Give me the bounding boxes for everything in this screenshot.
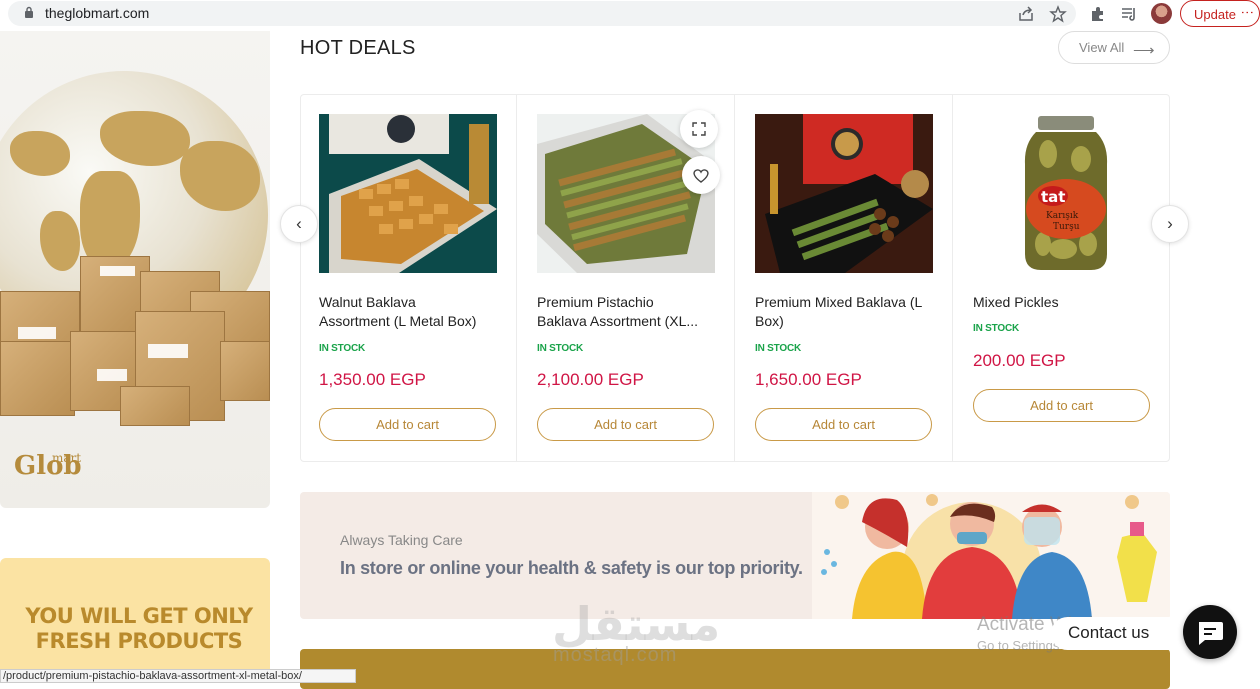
product-card[interactable]: Walnut Baklava Assortment (L Metal Box) … — [301, 94, 519, 462]
media-icon[interactable] — [1120, 5, 1138, 23]
stock-status: IN STOCK — [319, 343, 365, 354]
product-name-line: Walnut Baklava — [319, 294, 416, 310]
watermark-latin: mostaql.com — [553, 644, 678, 666]
svg-text:Karışık: Karışık — [1046, 211, 1079, 221]
product-card[interactable]: tat Karışık Turşu Mixed Pickles IN STOCK… — [955, 94, 1173, 462]
people-illustration — [812, 492, 1170, 619]
fresh-line-2: FRESH PRODUCTS — [35, 629, 243, 653]
fresh-banner-text: YOU WILL GET ONLY FRESH PRODUCTS — [0, 604, 270, 654]
product-price: 2,100.00 EGP — [537, 370, 644, 389]
product-name-line: Box) — [755, 313, 784, 329]
add-to-cart-button[interactable]: Add to cart — [755, 408, 932, 441]
browser-toolbar: theglobmart.com Update ⋮ — [0, 0, 1260, 28]
safety-banner[interactable]: Always Taking Care In store or online yo… — [300, 492, 1170, 619]
update-button[interactable]: Update ⋮ — [1180, 0, 1260, 27]
stock-status: IN STOCK — [537, 343, 583, 354]
chevron-left-icon: ‹ — [296, 214, 302, 233]
product-name-line: Mixed Pickles — [973, 294, 1059, 310]
product-name[interactable]: Premium Pistachio Baklava Assortment (XL… — [537, 293, 723, 331]
address-bar[interactable] — [8, 1, 1076, 26]
expand-icon — [692, 122, 706, 136]
add-to-cart-button[interactable]: Add to cart — [319, 408, 496, 441]
product-name-line: Premium Pistachio — [537, 294, 654, 310]
product-card[interactable]: Premium Pistachio Baklava Assortment (XL… — [519, 94, 737, 462]
update-label: Update — [1194, 7, 1236, 22]
extensions-icon[interactable] — [1089, 5, 1107, 23]
product-image[interactable] — [319, 114, 497, 273]
box-illustration — [0, 341, 75, 416]
quick-view-button[interactable] — [680, 110, 718, 148]
product-price: 1,650.00 EGP — [755, 370, 862, 389]
star-icon[interactable] — [1049, 5, 1067, 23]
product-name-line: Baklava Assortment (XL... — [537, 313, 699, 329]
box-illustration — [120, 386, 190, 426]
share-icon[interactable] — [1017, 5, 1035, 23]
chat-button[interactable] — [1183, 605, 1237, 659]
chat-icon — [1199, 622, 1223, 645]
chevron-right-icon: › — [1167, 214, 1173, 233]
fresh-line-1: YOU WILL GET ONLY — [25, 604, 253, 628]
box-illustration — [220, 341, 270, 401]
logo-small-text: mart — [52, 451, 82, 465]
carousel-prev-button[interactable]: ‹ — [280, 205, 318, 243]
product-name-line: Assortment (L Metal Box) — [319, 313, 477, 329]
contact-us-label[interactable]: Contact us — [1051, 617, 1191, 650]
product-price: 1,350.00 EGP — [319, 370, 426, 389]
product-image[interactable]: tat Karışık Turşu — [973, 114, 1151, 273]
product-name[interactable]: Mixed Pickles — [973, 293, 1159, 312]
url-text[interactable]: theglobmart.com — [45, 5, 149, 21]
watermark-arabic: مستقل — [552, 597, 721, 651]
svg-text:Turşu: Turşu — [1053, 222, 1080, 232]
carousel-next-button[interactable]: › — [1151, 205, 1189, 243]
product-name[interactable]: Walnut Baklava Assortment (L Metal Box) — [319, 293, 505, 331]
more-menu-icon[interactable]: ⋮ — [1240, 6, 1255, 19]
add-to-cart-button[interactable]: Add to cart — [537, 408, 714, 441]
left-promo-banner[interactable]: Glob mart — [0, 31, 270, 508]
view-all-button[interactable]: View All ⟶ — [1058, 31, 1170, 64]
product-card[interactable]: Premium Mixed Baklava (L Box) IN STOCK 1… — [737, 94, 955, 462]
globmart-logo: Glob mart — [14, 451, 94, 491]
fresh-products-banner[interactable]: YOU WILL GET ONLY FRESH PRODUCTS — [0, 558, 270, 681]
wishlist-button[interactable] — [682, 156, 720, 194]
view-all-label: View All — [1079, 40, 1125, 55]
bottom-promo-banner[interactable] — [300, 649, 1170, 689]
lock-icon — [25, 6, 33, 18]
arrow-right-icon: ⟶ — [1133, 42, 1155, 59]
stock-status: IN STOCK — [755, 343, 801, 354]
care-headline: In store or online your health & safety … — [340, 558, 803, 578]
profile-avatar[interactable] — [1151, 3, 1172, 24]
product-name-line: Premium Mixed Baklava (L — [755, 294, 923, 310]
stock-status: IN STOCK — [973, 323, 1019, 334]
svg-text:tat: tat — [1041, 188, 1065, 206]
add-to-cart-button[interactable]: Add to cart — [973, 389, 1150, 422]
section-title: HOT DEALS — [300, 37, 416, 59]
heart-icon — [693, 169, 709, 183]
product-name[interactable]: Premium Mixed Baklava (L Box) — [755, 293, 941, 331]
care-subtitle: Always Taking Care — [340, 532, 463, 548]
product-image[interactable] — [755, 114, 933, 273]
product-price: 200.00 EGP — [973, 351, 1066, 370]
